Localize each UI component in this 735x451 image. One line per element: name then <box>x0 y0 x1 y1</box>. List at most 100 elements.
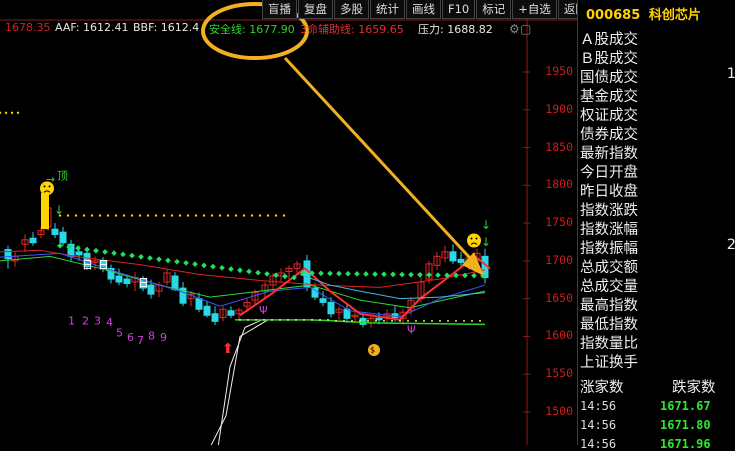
stat-row: 上证换手 <box>580 351 735 371</box>
dot-yellow <box>162 214 166 217</box>
dot-yellow <box>0 111 2 114</box>
face-eye <box>48 185 51 188</box>
dot-green <box>147 255 153 261</box>
dot-yellow <box>106 214 110 217</box>
stat-row: Ａ股成交 <box>580 28 735 48</box>
price-tick: 1850 <box>545 139 573 154</box>
menu-button-4[interactable]: 画线 <box>406 0 441 19</box>
wave-number: 7 <box>137 334 144 347</box>
stat-row: 权证成交 <box>580 104 735 124</box>
settings-icon[interactable]: ⚙ <box>509 22 520 36</box>
dot-yellow <box>170 214 174 217</box>
dot-yellow <box>146 214 150 217</box>
stat-row: 最新指数 <box>580 142 735 162</box>
price-tick: 1650 <box>545 290 573 305</box>
dot-small <box>263 318 265 321</box>
price-tick: 1800 <box>545 177 573 192</box>
dot-green <box>174 258 180 265</box>
kline-chart[interactable]: 1 2 3 45 6 7 8 9顶→↓↓↓⬆ΨΨ日 日日$ <box>0 0 577 445</box>
dot-small <box>247 318 249 321</box>
dot-green <box>345 270 351 277</box>
day-mark: 日 <box>98 258 109 271</box>
dot-green <box>336 270 342 277</box>
price-tick: 1750 <box>545 215 573 230</box>
dot-small <box>359 319 361 322</box>
dot-small <box>303 318 305 321</box>
menu-button-3[interactable]: 统计 <box>370 0 405 19</box>
stat-row: 总成交额 <box>580 256 735 276</box>
dot-small <box>367 319 369 322</box>
dot-small <box>431 319 433 322</box>
dot-green <box>471 272 477 279</box>
dot-green <box>246 268 252 275</box>
stat-label: Ａ股成交 <box>580 32 638 48</box>
dot-small <box>407 319 409 322</box>
dot-green <box>165 257 171 264</box>
dot-small <box>279 318 281 321</box>
highlight-arrow <box>283 56 472 260</box>
candle-body <box>195 298 203 310</box>
price-tick: 1500 <box>545 404 573 418</box>
signal-red <box>239 255 491 321</box>
candle-body <box>59 231 67 244</box>
dot-small <box>319 318 321 321</box>
dot-yellow <box>218 214 222 217</box>
candle-body <box>211 313 219 322</box>
dot-green <box>111 250 117 256</box>
stat-row: 指数涨跌 <box>580 199 735 219</box>
trade-time: 14:56 <box>580 437 617 451</box>
day-mark: 日 <box>138 277 149 290</box>
menu-button-5[interactable]: F10 <box>442 0 476 19</box>
stat-row: Ｂ股成交 <box>580 47 735 67</box>
candle-body <box>4 249 12 260</box>
dot-green <box>255 269 261 276</box>
dot-yellow <box>10 111 14 115</box>
dot-green <box>138 253 144 260</box>
close-icon[interactable]: ▢ <box>520 22 531 36</box>
dot-yellow <box>274 214 278 217</box>
frown-face-icon <box>40 181 54 196</box>
menu-button-0[interactable]: 盲播 <box>262 0 297 19</box>
dot-yellow <box>138 214 142 217</box>
dot-green <box>426 272 432 278</box>
stat-row: 指数涨幅 <box>580 218 735 238</box>
dot-yellow <box>66 214 70 217</box>
candle-body <box>29 237 37 244</box>
top-signal-block <box>41 192 49 230</box>
dot-green <box>417 271 423 278</box>
candle-body <box>227 310 235 316</box>
stat-label: 最低指数 <box>580 317 638 333</box>
indicator-0: 1678.35 <box>5 21 51 34</box>
menu-button-1[interactable]: 复盘 <box>298 0 333 19</box>
dot-small <box>327 318 329 321</box>
stat-value: 2 <box>726 237 735 253</box>
stat-row: 昨日收盘 <box>580 180 735 200</box>
dot-small <box>375 319 377 322</box>
stat-row: 指数量比 <box>580 332 735 352</box>
dot-green <box>237 267 243 274</box>
stock-code: 000685 <box>586 8 641 23</box>
candle-body <box>171 275 179 291</box>
dot-small <box>447 319 449 322</box>
candle-body <box>375 317 383 321</box>
dot-small <box>455 319 457 322</box>
menu-button-7[interactable]: +自选 <box>512 0 557 19</box>
dot-yellow <box>74 214 78 217</box>
dot-small <box>351 319 353 322</box>
dot-yellow <box>98 214 102 217</box>
candle-body <box>123 278 131 285</box>
dot-green <box>210 263 216 270</box>
menu-button-6[interactable]: 标记 <box>476 0 512 19</box>
candle-body <box>457 258 465 263</box>
dot-yellow <box>186 214 190 217</box>
up-count-label: 涨家数 <box>580 380 624 396</box>
dot-small <box>463 319 465 322</box>
dot-small <box>255 318 257 321</box>
face-eye <box>475 237 478 240</box>
dot-small <box>399 319 401 322</box>
indicator-2: BBF: 1612.4 <box>133 21 200 34</box>
dot-green <box>183 260 189 266</box>
dot-green <box>120 251 126 258</box>
menu-button-2[interactable]: 多股 <box>334 0 369 19</box>
dot-small <box>391 319 393 322</box>
